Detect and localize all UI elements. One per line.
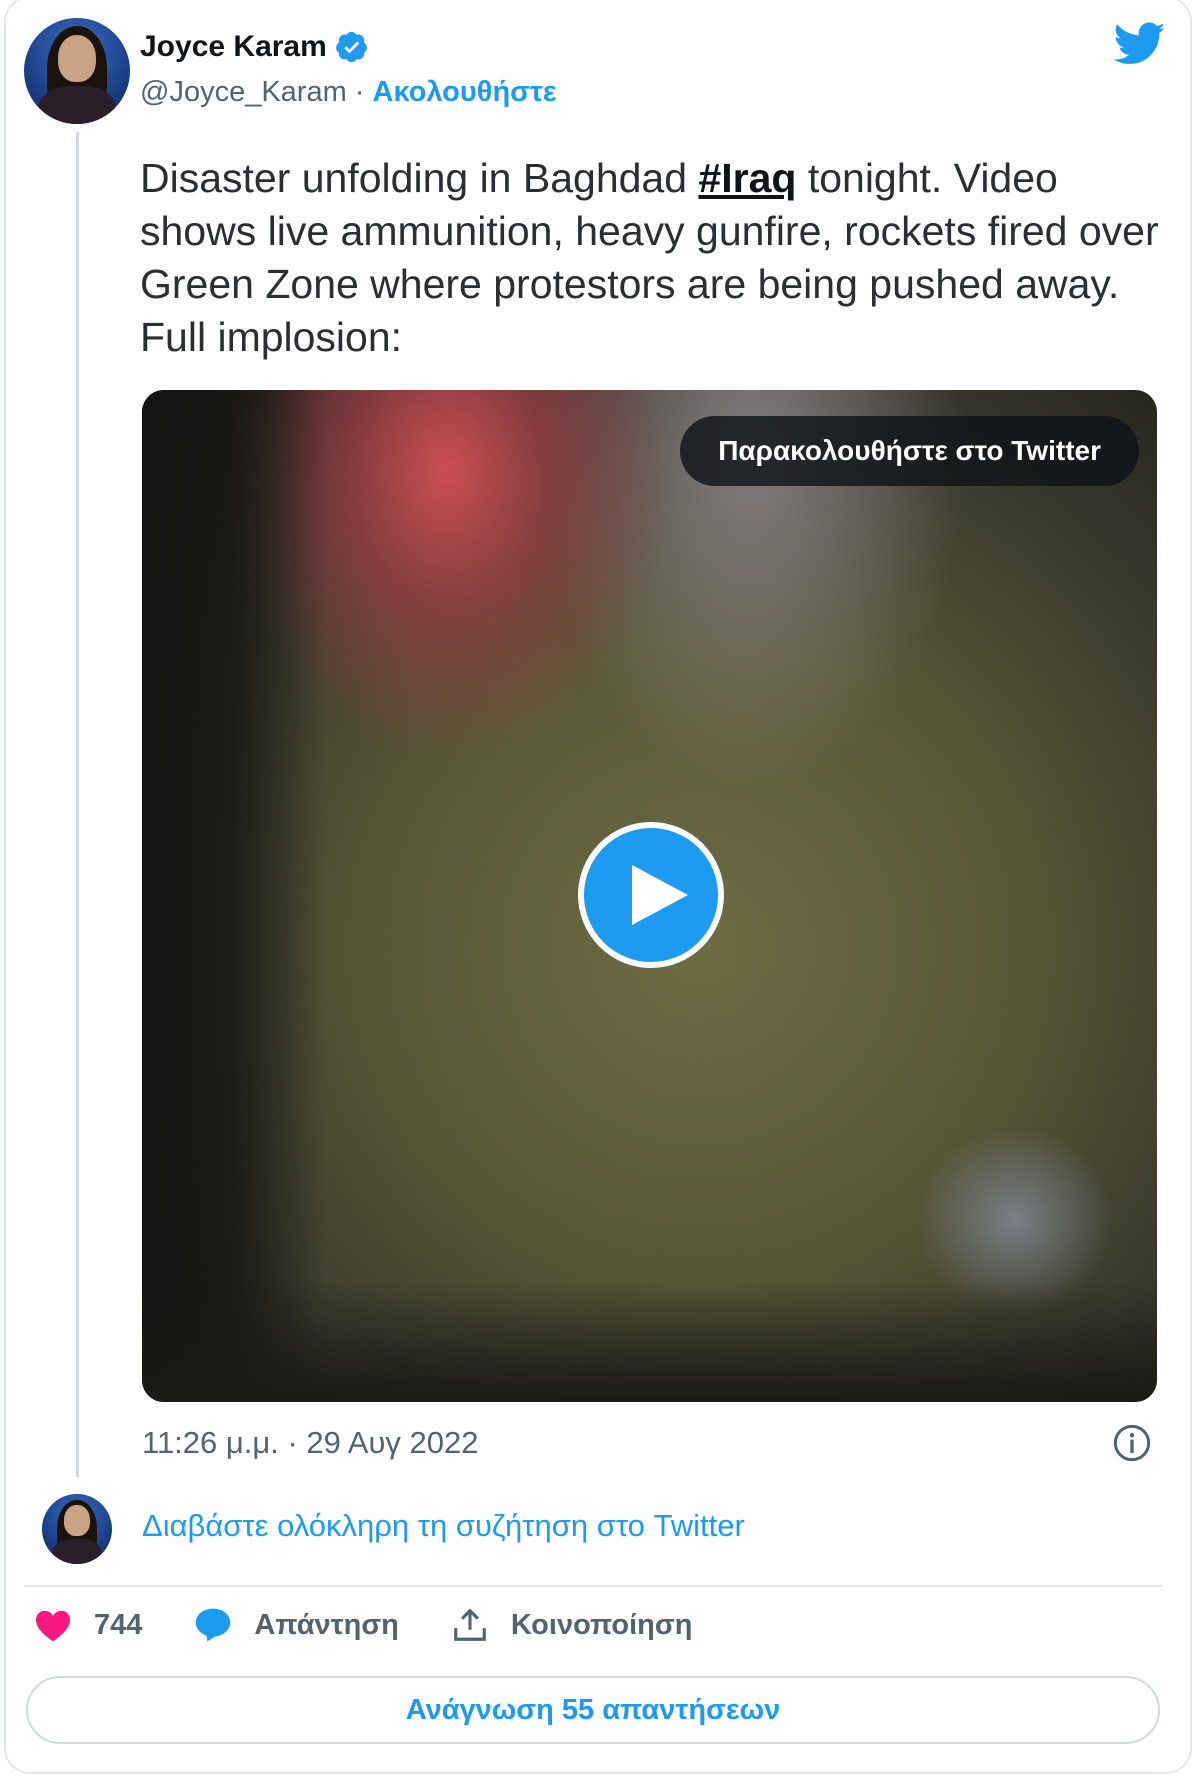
author-handle-row: @Joyce_Karam · Ακολουθήστε xyxy=(140,76,557,109)
video-frame-shadow-left xyxy=(142,390,325,1402)
play-button[interactable] xyxy=(578,822,724,968)
thread-line xyxy=(76,132,79,1477)
like-button[interactable]: 744 xyxy=(34,1608,142,1642)
tweet-actions: 744 Απάντηση Κοινοποίηση xyxy=(34,1606,744,1644)
author-name-row[interactable]: Joyce Karam xyxy=(140,30,369,64)
tweet-text-before: Disaster unfolding in Baghdad xyxy=(140,155,699,201)
reply-bubble-icon xyxy=(196,1608,231,1642)
watch-on-twitter-button[interactable]: Παρακολουθήστε στο Twitter xyxy=(680,416,1139,486)
share-button[interactable]: Κοινοποίηση xyxy=(451,1606,693,1644)
share-label: Κοινοποίηση xyxy=(510,1608,693,1641)
reply-button[interactable]: Απάντηση xyxy=(194,1607,399,1643)
share-icon xyxy=(454,1608,486,1641)
handle-separator: · xyxy=(346,76,373,108)
twitter-bird-icon[interactable] xyxy=(1114,20,1166,68)
author-avatar[interactable] xyxy=(24,18,130,124)
tweet-text: Disaster unfolding in Baghdad #Iraq toni… xyxy=(140,152,1160,364)
tweet-timestamp[interactable]: 11:26 μ.μ. · 29 Αυγ 2022 xyxy=(142,1425,478,1461)
play-icon xyxy=(632,865,688,925)
verified-badge-icon xyxy=(335,31,367,63)
conversation-avatar[interactable] xyxy=(42,1494,112,1564)
follow-link[interactable]: Ακολουθήστε xyxy=(373,76,557,108)
author-name[interactable]: Joyce Karam xyxy=(140,30,327,64)
author-handle[interactable]: @Joyce_Karam xyxy=(140,76,347,108)
video-player[interactable]: Παρακολουθήστε στο Twitter xyxy=(142,390,1157,1402)
like-count: 744 xyxy=(94,1608,143,1641)
video-frame-shadow-bottom xyxy=(142,1280,1157,1402)
info-icon[interactable] xyxy=(1112,1423,1152,1463)
actions-divider xyxy=(24,1585,1162,1587)
hashtag-link[interactable]: #Iraq xyxy=(698,155,796,201)
reply-label: Απάντηση xyxy=(254,1608,399,1641)
heart-icon xyxy=(36,1610,70,1642)
read-conversation-link[interactable]: Διαβάστε ολόκληρη τη συζήτηση στο Twitte… xyxy=(142,1508,745,1544)
read-replies-button[interactable]: Ανάγνωση 55 απαντήσεων xyxy=(26,1676,1160,1744)
